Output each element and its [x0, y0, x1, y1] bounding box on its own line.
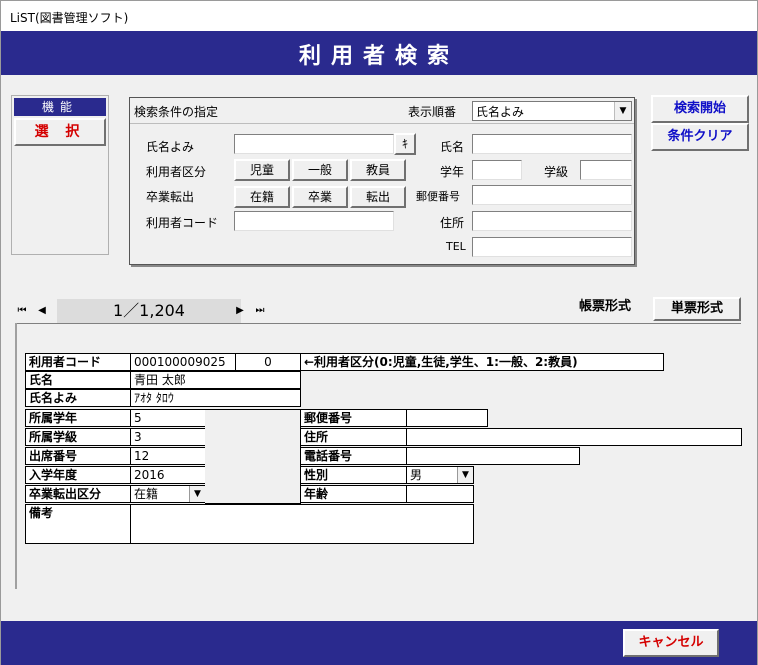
record-name-kana-label: 氏名よみ	[25, 389, 131, 407]
record-phone-value[interactable]	[406, 447, 580, 465]
record-phone-label: 電話番号	[300, 447, 407, 465]
class-label: 学級	[544, 165, 569, 179]
tel-label: TEL	[446, 240, 466, 253]
record-notes-label: 備考	[25, 504, 131, 544]
record-user-code-value[interactable]: 000100009025	[130, 353, 236, 371]
prev-record-icon[interactable]: ◀	[33, 301, 51, 321]
kana-index-button[interactable]: ｷ	[394, 133, 416, 155]
first-record-icon[interactable]: ⏮	[13, 301, 31, 321]
postal-input[interactable]	[472, 185, 632, 205]
list-view-tab[interactable]: 帳票形式	[563, 297, 647, 321]
last-record-icon[interactable]: ⏭	[251, 301, 269, 321]
clear-conditions-button[interactable]: 条件クリア	[651, 123, 749, 151]
record-notes-value[interactable]	[130, 504, 474, 544]
record-entry-year-value[interactable]: 2016	[130, 466, 206, 484]
record-navigator: ⏮ ◀ 1／1,204 ▶ ⏭	[13, 299, 275, 323]
chevron-down-icon[interactable]: ▼	[614, 102, 631, 120]
name-label: 氏名	[440, 140, 465, 154]
main-content: 機能 選 択 検索条件の指定 表示順番 氏名よみ ▼ 氏名よみ ｷ 氏名 利用者…	[1, 75, 757, 621]
user-code-input[interactable]	[234, 211, 394, 231]
record-gender-select[interactable]: 男 ▼	[406, 466, 474, 484]
record-gender-label: 性別	[300, 466, 407, 484]
record-status-label: 卒業転出区分	[25, 485, 131, 503]
record-attendance-value[interactable]: 12	[130, 447, 206, 465]
tel-input[interactable]	[472, 237, 632, 257]
search-panel-header: 検索条件の指定 表示順番 氏名よみ ▼	[130, 98, 634, 124]
search-condition-panel: 検索条件の指定 表示順番 氏名よみ ▼ 氏名よみ ｷ 氏名 利用者区分 児童 一…	[129, 97, 635, 265]
search-start-button[interactable]: 検索開始	[651, 95, 749, 123]
record-age-value[interactable]	[406, 485, 474, 503]
record-status-select[interactable]: 在籍 ▼	[130, 485, 206, 503]
user-type-note: ←利用者区分(0:児童,生徒,学生、1:一般、2:教員)	[300, 353, 664, 371]
record-name-label: 氏名	[25, 371, 131, 389]
next-record-icon[interactable]: ▶	[231, 301, 249, 321]
record-name-kana-value[interactable]: ｱｵﾀ ﾀﾛｳ	[130, 389, 301, 407]
title-bar: LiST(図書管理ソフト)	[1, 1, 757, 31]
name-kana-label: 氏名よみ	[146, 140, 195, 154]
name-input[interactable]	[472, 134, 632, 154]
function-panel: 機能 選 択	[11, 95, 109, 255]
sort-select-value: 氏名よみ	[476, 105, 525, 119]
cancel-button[interactable]: キャンセル	[623, 629, 719, 657]
app-window: LiST(図書管理ソフト) 利用者検索 機能 選 択 検索条件の指定 表示順番 …	[0, 0, 758, 665]
status-label: 卒業転出	[146, 190, 195, 204]
record-attendance-label: 出席番号	[25, 447, 131, 465]
record-postal-label: 郵便番号	[300, 409, 407, 427]
sort-label: 表示順番	[408, 105, 457, 119]
header-banner: 利用者検索	[1, 31, 757, 75]
record-counter: 1／1,204	[57, 299, 241, 323]
user-type-teacher-button[interactable]: 教員	[350, 159, 406, 181]
record-status-value: 在籍	[134, 487, 159, 501]
record-user-code-label: 利用者コード	[25, 353, 131, 371]
record-user-type-value[interactable]: 0	[235, 353, 301, 371]
function-header: 機能	[14, 98, 106, 116]
record-age-label: 年齢	[300, 485, 407, 503]
record-grade-value[interactable]: 5	[130, 409, 206, 427]
record-class-label: 所属学級	[25, 428, 131, 446]
single-view-tab[interactable]: 単票形式	[653, 297, 741, 321]
record-postal-value[interactable]	[406, 409, 488, 427]
status-transferred-button[interactable]: 転出	[350, 186, 406, 208]
record-name-value[interactable]: 青田 太郎	[130, 371, 301, 389]
record-gender-value: 男	[410, 468, 423, 482]
postal-label: 郵便番号	[416, 190, 460, 203]
address-input[interactable]	[472, 211, 632, 231]
user-code-label: 利用者コード	[146, 216, 219, 230]
record-grade-label: 所属学年	[25, 409, 131, 427]
record-address-value[interactable]	[406, 428, 742, 446]
address-label: 住所	[440, 216, 465, 230]
record-address-label: 住所	[300, 428, 407, 446]
status-enrolled-button[interactable]: 在籍	[234, 186, 290, 208]
page-title: 利用者検索	[298, 43, 459, 69]
name-kana-input[interactable]	[234, 134, 394, 154]
chevron-down-icon[interactable]: ▼	[457, 467, 473, 483]
user-type-general-button[interactable]: 一般	[292, 159, 348, 181]
window-title: LiST(図書管理ソフト)	[10, 11, 129, 25]
record-class-value[interactable]: 3	[130, 428, 206, 446]
class-input[interactable]	[580, 160, 632, 180]
record-entry-year-label: 入学年度	[25, 466, 131, 484]
user-type-child-button[interactable]: 児童	[234, 159, 290, 181]
status-graduated-button[interactable]: 卒業	[292, 186, 348, 208]
left-rule	[15, 323, 17, 589]
sort-select[interactable]: 氏名よみ ▼	[472, 101, 632, 121]
chevron-down-icon[interactable]: ▼	[189, 486, 205, 502]
grade-label: 学年	[440, 165, 465, 179]
search-panel-title: 検索条件の指定	[134, 105, 219, 119]
select-button[interactable]: 選 択	[14, 118, 106, 146]
divider	[15, 323, 741, 324]
form-spacer	[205, 409, 301, 504]
user-type-label: 利用者区分	[146, 165, 207, 179]
grade-input[interactable]	[472, 160, 522, 180]
